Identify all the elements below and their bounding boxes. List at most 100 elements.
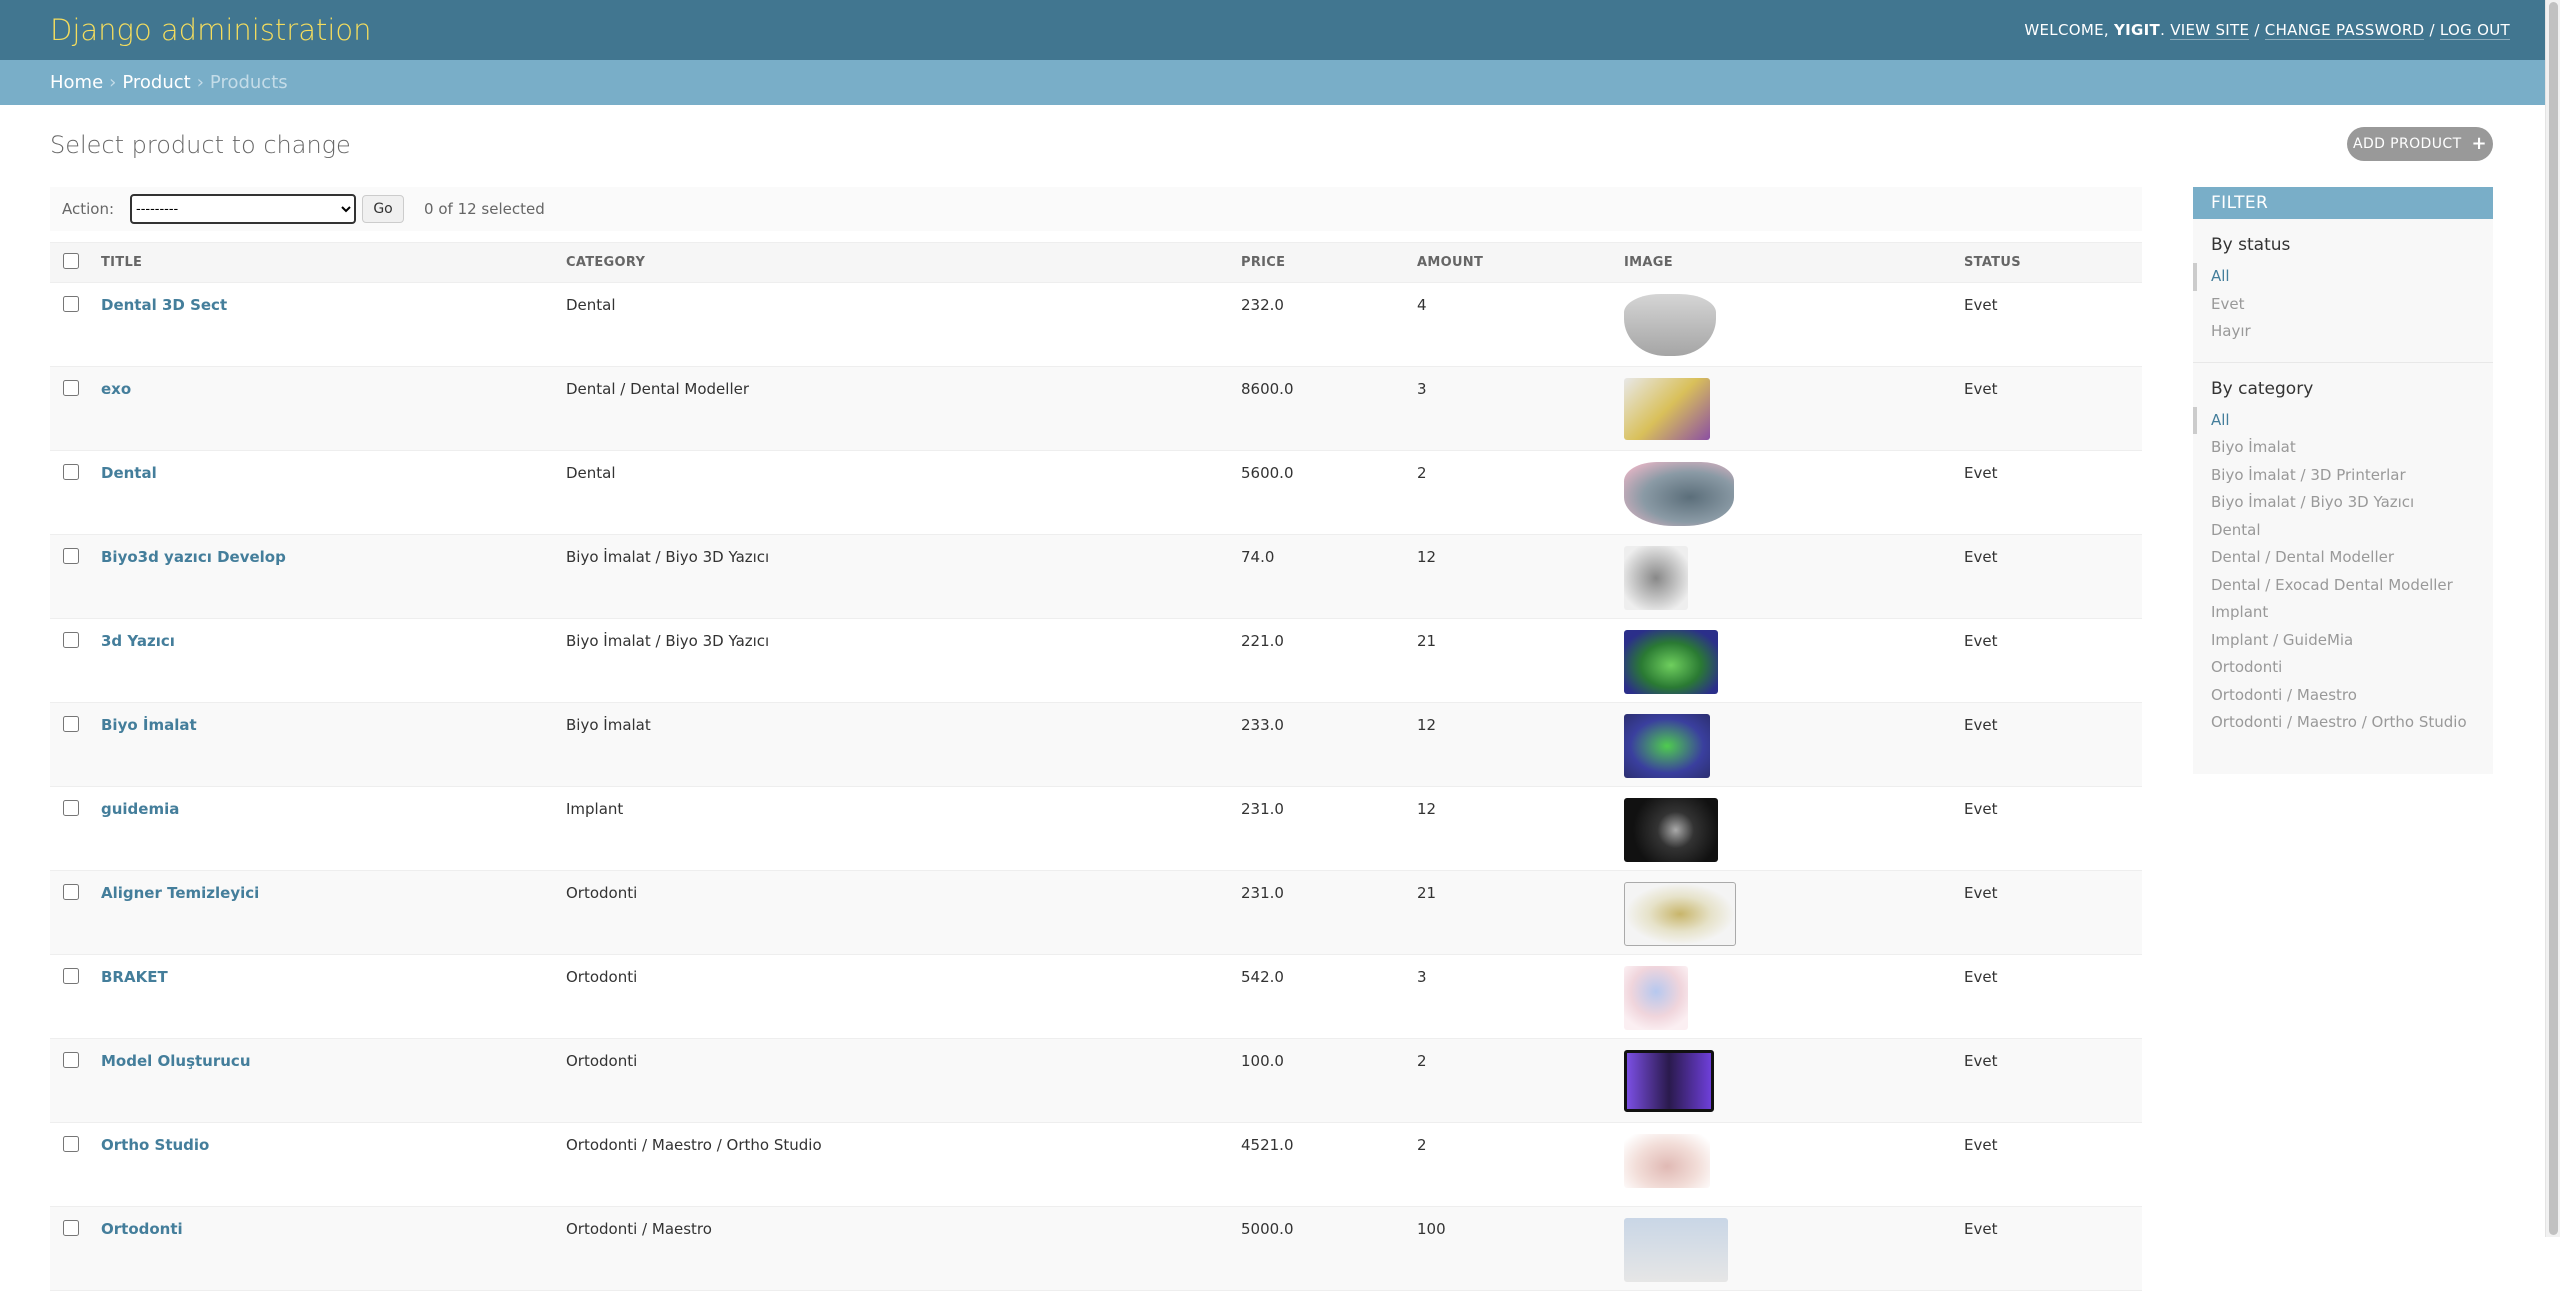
product-category: Dental: [561, 450, 1236, 535]
filter-category-item[interactable]: Ortodonti / Maestro: [2211, 682, 2475, 710]
row-checkbox[interactable]: [63, 800, 79, 816]
breadcrumb-home[interactable]: Home: [50, 72, 103, 93]
site-brand[interactable]: Django administration: [50, 13, 372, 47]
column-image[interactable]: IMAGE: [1619, 242, 1959, 283]
product-title-link[interactable]: BRAKET: [101, 968, 168, 986]
table-row: 3d Yazıcı Biyo İmalat / Biyo 3D Yazıcı 2…: [50, 618, 2142, 703]
filter-category-item[interactable]: Biyo İmalat: [2211, 434, 2475, 462]
action-select[interactable]: ---------: [130, 194, 357, 224]
column-amount[interactable]: AMOUNT: [1412, 242, 1619, 283]
product-title-link[interactable]: Dental 3D Sect: [101, 296, 227, 314]
filter-status-heading: By status: [2211, 235, 2291, 255]
product-amount: 12: [1412, 786, 1619, 871]
row-checkbox[interactable]: [63, 548, 79, 564]
row-checkbox[interactable]: [63, 968, 79, 984]
filter-status-evet[interactable]: Evet: [2211, 291, 2475, 319]
filter-category-item[interactable]: Dental / Dental Modeller: [2211, 544, 2475, 572]
go-button[interactable]: Go: [362, 195, 405, 223]
select-all-checkbox[interactable]: [63, 252, 79, 269]
add-product-button[interactable]: ADD PRODUCT +: [2347, 127, 2493, 161]
table-row: Ortho Studio Ortodonti / Maestro / Ortho…: [50, 1122, 2142, 1207]
row-checkbox[interactable]: [63, 632, 79, 648]
product-category: Dental: [561, 282, 1236, 367]
product-status: Evet: [1959, 534, 2142, 619]
row-checkbox[interactable]: [63, 380, 79, 396]
plus-icon: +: [2471, 133, 2488, 154]
page-scrollbar[interactable]: [2545, 0, 2560, 1237]
product-title-link[interactable]: Biyo İmalat: [101, 716, 197, 734]
scrollbar-thumb[interactable]: [2549, 2, 2558, 1235]
product-category: Ortodonti / Maestro: [561, 1206, 1236, 1291]
breadcrumb-app[interactable]: Product: [122, 72, 190, 93]
breadcrumb-current: Products: [209, 72, 288, 93]
product-title-link[interactable]: Ortho Studio: [101, 1136, 209, 1154]
product-title-link[interactable]: Dental: [101, 464, 157, 482]
product-category: Dental / Dental Modeller: [561, 366, 1236, 451]
product-status: Evet: [1959, 450, 2142, 535]
product-image: [1624, 378, 1710, 440]
product-status: Evet: [1959, 366, 2142, 451]
product-amount: 2: [1412, 1038, 1619, 1123]
row-checkbox[interactable]: [63, 716, 79, 732]
filter-status-hayir[interactable]: Hayır: [2211, 318, 2475, 346]
site-header: Django administration WELCOME, YIGIT. VI…: [0, 0, 2560, 60]
add-product-label: ADD PRODUCT: [2352, 136, 2462, 152]
filter-category-item[interactable]: All: [2193, 406, 2475, 434]
column-status[interactable]: STATUS: [1959, 242, 2142, 283]
sep: /: [2429, 21, 2435, 39]
product-category: Biyo İmalat / Biyo 3D Yazıcı: [561, 618, 1236, 703]
product-image: [1624, 546, 1688, 610]
log-out-link[interactable]: LOG OUT: [2439, 21, 2510, 40]
product-category: Biyo İmalat: [561, 702, 1236, 787]
product-price: 231.0: [1236, 786, 1412, 871]
action-bar: Action: --------- Go 0 of 12 selected: [50, 187, 2142, 231]
product-title-link[interactable]: Biyo3d yazıcı Develop: [101, 548, 286, 566]
product-category: Ortodonti: [561, 870, 1236, 955]
product-price: 231.0: [1236, 870, 1412, 955]
filter-sidebar: FILTER By status All Evet Hayır By categ…: [2193, 187, 2493, 774]
table-row: Dental 3D Sect Dental 232.0 4 Evet: [50, 282, 2142, 367]
filter-category-item[interactable]: Ortodonti: [2211, 654, 2475, 682]
product-title-link[interactable]: Aligner Temizleyici: [101, 884, 259, 902]
product-status: Evet: [1959, 870, 2142, 955]
table-row: Biyo İmalat Biyo İmalat 233.0 12 Evet: [50, 702, 2142, 787]
select-all-cell: [50, 242, 96, 283]
filter-category-item[interactable]: Implant / GuideMia: [2211, 627, 2475, 655]
welcome-text: WELCOME,: [2024, 21, 2109, 39]
change-password-link[interactable]: CHANGE PASSWORD: [2264, 21, 2425, 40]
filter-category-item[interactable]: Implant: [2211, 599, 2475, 627]
column-category[interactable]: CATEGORY: [561, 242, 1236, 283]
row-checkbox[interactable]: [63, 464, 79, 480]
product-amount: 2: [1412, 450, 1619, 535]
product-title-link[interactable]: Ortodonti: [101, 1220, 183, 1238]
table-row: Ortodonti Ortodonti / Maestro 5000.0 100…: [50, 1206, 2142, 1291]
filter-category-heading: By category: [2211, 378, 2314, 399]
filter-category-item[interactable]: Dental / Exocad Dental Modeller: [2211, 572, 2475, 600]
product-status: Evet: [1959, 954, 2142, 1039]
product-title-link[interactable]: exo: [101, 380, 131, 398]
row-checkbox[interactable]: [63, 1052, 79, 1068]
filter-category-item[interactable]: Biyo İmalat / 3D Printerlar: [2211, 462, 2475, 490]
filter-category-item[interactable]: Dental: [2211, 517, 2475, 545]
column-title[interactable]: TITLE: [96, 242, 561, 283]
column-price[interactable]: PRICE: [1236, 242, 1412, 283]
product-amount: 12: [1412, 534, 1619, 619]
product-title-link[interactable]: guidemia: [101, 800, 179, 818]
view-site-link[interactable]: VIEW SITE: [2170, 21, 2250, 40]
filter-category-item[interactable]: Biyo İmalat / Biyo 3D Yazıcı: [2211, 489, 2475, 517]
product-image: [1624, 966, 1688, 1030]
filter-category-item[interactable]: Ortodonti / Maestro / Ortho Studio: [2211, 709, 2475, 737]
row-checkbox[interactable]: [63, 884, 79, 900]
product-status: Evet: [1959, 1122, 2142, 1207]
row-checkbox[interactable]: [63, 1136, 79, 1152]
row-checkbox[interactable]: [63, 1220, 79, 1236]
table-row: Aligner Temizleyici Ortodonti 231.0 21 E…: [50, 870, 2142, 955]
row-checkbox[interactable]: [63, 296, 79, 312]
filter-status-all[interactable]: All: [2193, 263, 2475, 291]
product-title-link[interactable]: 3d Yazıcı: [101, 632, 175, 650]
product-title-link[interactable]: Model Oluşturucu: [101, 1052, 251, 1070]
product-price: 5600.0: [1236, 450, 1412, 535]
product-category: Biyo İmalat / Biyo 3D Yazıcı: [561, 534, 1236, 619]
product-price: 100.0: [1236, 1038, 1412, 1123]
username: YIGIT: [2114, 21, 2161, 39]
